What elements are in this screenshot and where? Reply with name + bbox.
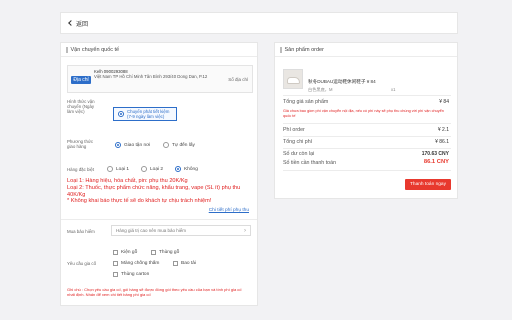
category-1-label: Loại 1 [116,166,130,172]
method-option-days: (7-9 ngày làm việc) [127,114,165,119]
special-goods-notes: Loại 1: Hàng hiệu, hóa chất, pin: phụ th… [67,178,253,205]
address-box[interactable]: Địa chỉ Kelh 0900293088 Việt Nam TP Hồ C… [67,65,253,93]
packing-waterproof[interactable]: Màng chống thấm [113,261,159,266]
pay-now-button[interactable]: Thanh toán ngay [405,179,451,190]
divider [283,148,451,149]
category-option-2[interactable]: Loại 2 [141,166,163,172]
sack-checkbox [173,261,178,266]
balance-label: Số dư còn lại [283,151,315,157]
title-accent-bar [66,46,68,53]
product-title-row: 秋冬DUBAU运动鞋休闲鞋子 ¥ 84 [308,79,376,85]
product-image [283,69,303,89]
category-option-none[interactable]: Không [175,166,198,172]
delivery-pickup-radio [163,142,169,148]
product-variant: 白色黑底，M [308,87,333,92]
delivery-option-pickup[interactable]: Tự đến lấy [163,142,195,148]
packing-carton[interactable]: Thùng carton [113,272,149,277]
chevron-right-icon: › [244,227,246,234]
subtotal-value: ¥ 84 [439,99,449,105]
category-none-radio [175,166,181,172]
total-label: Tổng chi phí [283,139,313,145]
delivery-pickup-label: Tự đến lấy [172,142,195,148]
balance-value: 170.63 CNY [421,151,449,157]
divider [61,219,257,220]
delivery-label: Phương thức giao hàng [67,139,94,150]
carton-label: Thùng carton [121,272,150,277]
top-bar: 返回 [60,12,458,34]
note-type-1: Loại 1: Hàng hiệu, hóa chất, pin: phụ th… [67,178,188,184]
total-value: ¥ 86.1 [435,139,449,145]
divider [283,123,451,124]
wooden-box-label: Thùng gỗ [159,250,180,255]
category-none-label: Không [184,166,198,172]
packing-label: Yêu cầu gia cố [67,261,97,266]
insurance-select[interactable]: Hàng giá trị cao nên mua bảo hiểm › [111,225,251,236]
shipping-warning: Giá chưa bao gồm phí vận chuyển nội địa,… [283,109,444,118]
method-label: Hình thức vận chuyển (Ngày làm việc) [67,99,95,115]
packing-sack[interactable]: Bao tải [173,261,196,266]
fee-label: Phí order [283,127,305,133]
note-type-2: Loại 2: Thuốc, thực phẩm chức năng, khẩu… [67,184,241,198]
category-1-radio [107,166,113,172]
address-tag: Địa chỉ [71,76,91,84]
pay-amount-value: 86.1 CNY [423,159,449,165]
shipping-title: Vận chuyển quốc tế [70,46,120,53]
note-warning: * Không khai báo thực tế sẽ do khách tự … [67,198,212,205]
fee-detail-link[interactable]: Chi tiết phí phụ thu [209,208,249,213]
product-qty: x1 [391,87,396,92]
category-label: Hàng đặc biệt [67,167,95,172]
category-2-radio [141,166,147,172]
order-title: Sản phẩm order [284,46,324,53]
divider [283,95,451,96]
fee-value: ¥ 2.1 [437,127,449,133]
packing-wooden-box[interactable]: Thùng gỗ [151,250,179,255]
back-link[interactable]: 返回 [67,19,88,28]
address-text: Kelh 0900293088 Việt Nam TP Hồ Chí Minh … [94,69,226,80]
order-card-header: Sản phẩm order [275,43,457,57]
address-line: Việt Nam TP Hồ Chí Minh Tân Bình 293/40 … [94,74,208,80]
shipping-card: Vận chuyển quốc tế Địa chỉ Kelh 09002930… [60,42,258,306]
insurance-placeholder: Hàng giá trị cao nên mua bảo hiểm [116,228,187,233]
category-2-label: Loại 2 [150,166,164,172]
shipping-card-header: Vận chuyển quốc tế [61,43,257,57]
product-name: 秋冬DUBAU运动鞋休闲鞋子 [308,79,366,84]
subtotal-label: Tổng giá sản phẩm [283,99,329,105]
divider [283,170,451,171]
back-label: 返回 [76,21,89,28]
pay-amount-label: Số tiền cần thanh toán [283,160,337,166]
category-option-1[interactable]: Loại 1 [107,166,129,172]
packing-footer-note[interactable]: Ghi chú : Chọn yêu cầu gia cố, gói hàng … [67,287,247,297]
packing-wooden-crate[interactable]: Kiện gỗ [113,250,137,255]
wooden-crate-checkbox [113,250,118,255]
wooden-crate-label: Kiện gỗ [121,250,138,255]
delivery-home-label: Giao tận nơi [124,142,151,148]
wooden-box-checkbox [151,250,156,255]
shoe-icon [287,77,300,84]
delivery-option-home[interactable]: Giao tận nơi [115,142,150,148]
address-book-link[interactable]: Sổ địa chỉ [228,77,248,82]
delivery-home-radio [115,142,121,148]
carton-checkbox [113,272,118,277]
waterproof-label: Màng chống thấm [121,261,160,266]
divider [283,136,451,137]
shipping-method-option[interactable]: Chuyển phát tiết kiệm (7-9 ngày làm việc… [113,107,177,121]
method-radio [118,111,124,117]
title-accent-bar [280,46,282,53]
product-price: ¥ 84 [366,79,376,84]
sack-label: Bao tải [181,261,196,266]
order-card: Sản phẩm order 秋冬DUBAU运动鞋休闲鞋子 ¥ 84 白色黑底，… [274,42,458,199]
chevron-left-icon [68,20,74,26]
insurance-label: Mua bảo hiểm [67,229,95,234]
waterproof-checkbox [113,261,118,266]
